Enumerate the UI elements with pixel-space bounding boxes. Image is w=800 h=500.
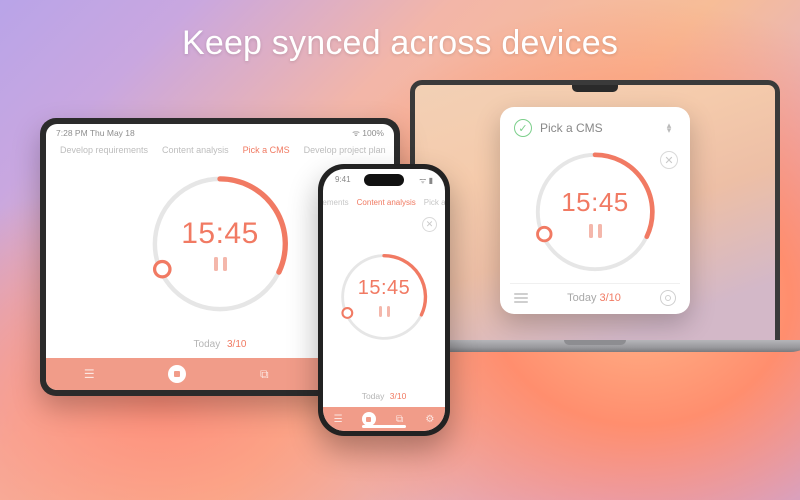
tabbar-timer-icon[interactable]: [362, 412, 376, 426]
tab-item[interactable]: ements: [323, 198, 349, 207]
iphone-status-icons: ᯤ ▮: [419, 175, 433, 186]
list-icon[interactable]: [514, 293, 528, 303]
popover-task-title[interactable]: Pick a CMS: [540, 121, 654, 135]
task-stepper-icon[interactable]: ▴▾: [662, 123, 676, 133]
headline: Keep synced across devices: [0, 24, 800, 63]
iphone-status-time: 9:41: [335, 175, 351, 186]
mac-popover: ✓ Pick a CMS ▴▾ ✕ 15:45: [500, 107, 690, 314]
iphone-screen: 9:41 ᯤ ▮ ements Content analysis Pick a …: [323, 169, 445, 431]
settings-icon[interactable]: [660, 290, 676, 306]
tab-item[interactable]: Pick a: [424, 198, 445, 207]
today-ratio: 3/10: [390, 391, 407, 401]
promo-background: Keep synced across devices ✓ Pick a CMS …: [0, 0, 800, 500]
iphone-task-tabs[interactable]: ements Content analysis Pick a: [323, 186, 445, 211]
macbook-screen: ✓ Pick a CMS ▴▾ ✕ 15:45: [415, 85, 775, 340]
pause-icon[interactable]: [379, 306, 390, 317]
tab-item-active[interactable]: Content analysis: [357, 198, 416, 207]
tabbar-list-icon[interactable]: ☰: [332, 413, 345, 426]
tabbar-stats-icon[interactable]: ⧉: [256, 366, 272, 382]
today-ratio: 3/10: [599, 292, 620, 304]
tab-item[interactable]: Develop requirements: [60, 145, 148, 155]
today-progress: Today 3/10: [567, 292, 621, 304]
check-glyph: ✓: [518, 122, 527, 135]
tabbar-settings-icon[interactable]: ⚙: [423, 413, 436, 426]
ipad-status-right: ᯤ 100%: [352, 128, 384, 139]
close-icon[interactable]: ✕: [422, 217, 437, 232]
ipad-status-left: 7:28 PM Thu May 18: [56, 128, 135, 139]
macbook-frame: ✓ Pick a CMS ▴▾ ✕ 15:45: [410, 80, 780, 340]
tabbar-list-icon[interactable]: ☰: [81, 366, 97, 382]
tabbar-timer-icon[interactable]: [168, 365, 186, 383]
today-label: Today: [567, 292, 596, 304]
timer-time: 15:45: [181, 217, 259, 251]
pause-icon[interactable]: [589, 224, 602, 238]
tab-item[interactable]: Develop project plan: [304, 145, 386, 155]
macbook-notch: [572, 85, 618, 92]
close-glyph: ✕: [664, 154, 673, 167]
timer-ring: 15:45: [146, 170, 294, 318]
task-check-icon[interactable]: ✓: [514, 119, 532, 137]
close-icon[interactable]: ✕: [660, 151, 678, 169]
timer-time: 15:45: [358, 277, 411, 300]
dynamic-island: [364, 174, 404, 186]
today-label: Today: [194, 339, 221, 350]
ipad-task-tabs[interactable]: Develop requirements Content analysis Pi…: [46, 139, 394, 159]
today-ratio: 3/10: [227, 339, 246, 350]
timer-time: 15:45: [561, 187, 629, 218]
iphone-frame: 9:41 ᯤ ▮ ements Content analysis Pick a …: [318, 164, 450, 436]
today-label: Today: [362, 391, 385, 401]
tabbar-stats-icon[interactable]: ⧉: [393, 413, 406, 426]
tab-item-active[interactable]: Pick a CMS: [243, 145, 290, 155]
pause-icon[interactable]: [214, 257, 227, 271]
home-indicator[interactable]: [362, 425, 406, 428]
tab-item[interactable]: Content analysis: [162, 145, 229, 155]
today-progress: Today 3/10: [323, 387, 445, 407]
timer-ring: 15:45: [530, 147, 660, 277]
timer-ring: 15:45: [337, 250, 431, 344]
